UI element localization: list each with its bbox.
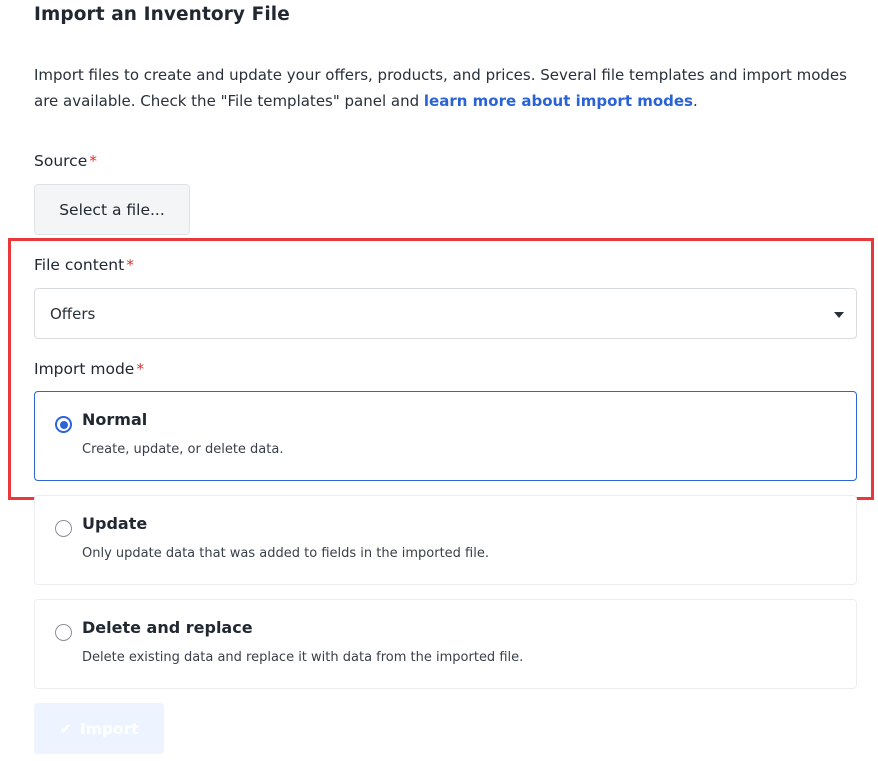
required-asterisk: * [136,360,145,378]
import-modes-link[interactable]: learn more about import modes [424,92,693,110]
file-content-value: Offers [50,304,96,323]
source-label: Source * [34,152,97,170]
option-description: Only update data that was added to field… [82,546,489,561]
import-mode-option-delete-replace[interactable]: Delete and replace Delete existing data … [34,599,857,689]
required-asterisk: * [89,152,97,170]
file-content-label: File content * [34,256,134,274]
option-description: Delete existing data and replace it with… [82,650,524,665]
radio-button[interactable] [55,624,72,641]
intro-suffix: . [692,92,698,110]
import-mode-label: Import mode * [34,360,144,378]
source-label-text: Source [34,152,88,170]
check-icon: ✔ [59,719,72,738]
file-content-select[interactable]: Offers [34,288,857,339]
import-mode-option-update[interactable]: Update Only update data that was added t… [34,495,857,585]
radio-button[interactable] [55,520,72,537]
import-mode-option-normal[interactable]: Normal Create, update, or delete data. [34,391,857,481]
import-mode-label-text: Import mode [34,360,135,378]
radio-button-checked[interactable] [55,416,72,433]
select-file-button[interactable]: Select a file... [34,184,190,235]
page-title: Import an Inventory File [34,4,290,25]
import-button[interactable]: ✔ Import [34,703,164,754]
caret-down-icon [834,312,844,318]
required-asterisk: * [126,256,134,274]
option-title: Delete and replace [82,618,253,637]
intro-text: Import files to create and update your o… [34,62,864,114]
option-title: Update [82,514,148,533]
import-button-label: Import [79,719,139,738]
option-description: Create, update, or delete data. [82,442,284,457]
option-title: Normal [82,410,148,429]
file-content-label-text: File content [34,256,125,274]
